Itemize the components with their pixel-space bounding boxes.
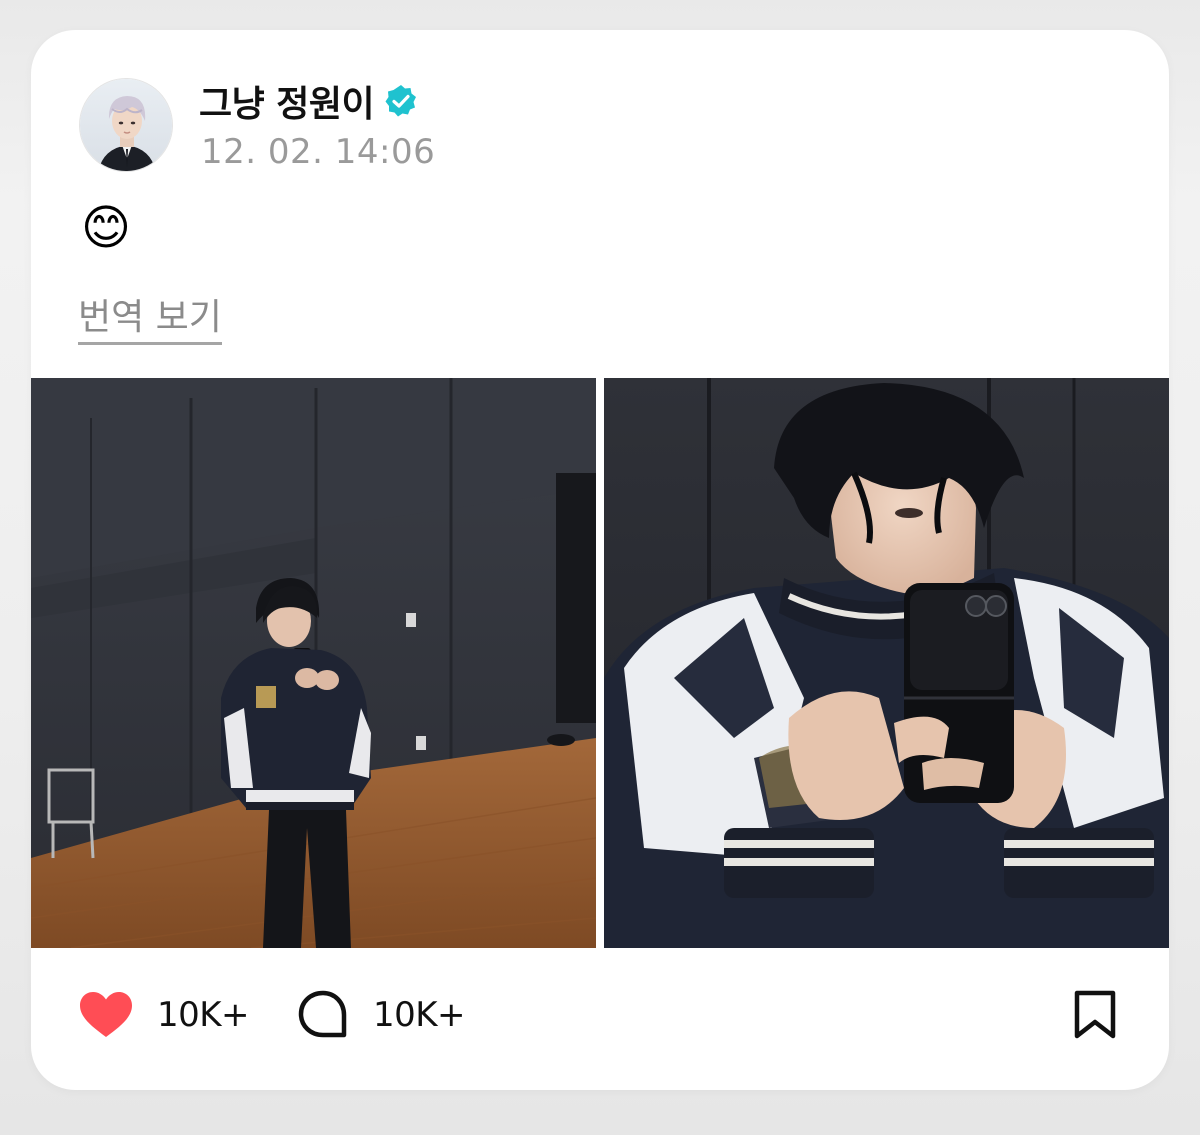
avatar-image — [80, 79, 172, 171]
comment-bubble-icon — [298, 990, 347, 1038]
post-photo-1[interactable] — [31, 378, 596, 948]
post-text: 😊 — [81, 200, 132, 256]
translate-link[interactable]: 번역 보기 — [78, 296, 222, 345]
bookmark-icon — [1074, 990, 1116, 1039]
action-bar: 10K+ 10K+ — [31, 970, 1169, 1060]
like-button[interactable]: 10K+ — [79, 988, 250, 1042]
photo-2-image — [604, 378, 1169, 948]
comment-button[interactable]: 10K+ — [297, 988, 466, 1042]
heart-icon — [80, 992, 132, 1037]
post-photo-2[interactable] — [604, 378, 1169, 948]
photo-1-image — [31, 378, 596, 948]
like-count: 10K+ — [157, 995, 250, 1035]
comment-count: 10K+ — [373, 995, 466, 1035]
post-card: 그냥 정원이 12. 02. 14:06 😊 번역 보기 10K+ 10K+ — [31, 30, 1169, 1090]
author-name[interactable]: 그냥 정원이 — [199, 75, 375, 127]
author-row: 그냥 정원이 — [199, 75, 418, 127]
verified-badge-icon — [385, 85, 417, 117]
bookmark-button[interactable] — [1073, 990, 1117, 1044]
avatar[interactable] — [79, 78, 173, 172]
post-timestamp: 12. 02. 14:06 — [201, 132, 436, 172]
